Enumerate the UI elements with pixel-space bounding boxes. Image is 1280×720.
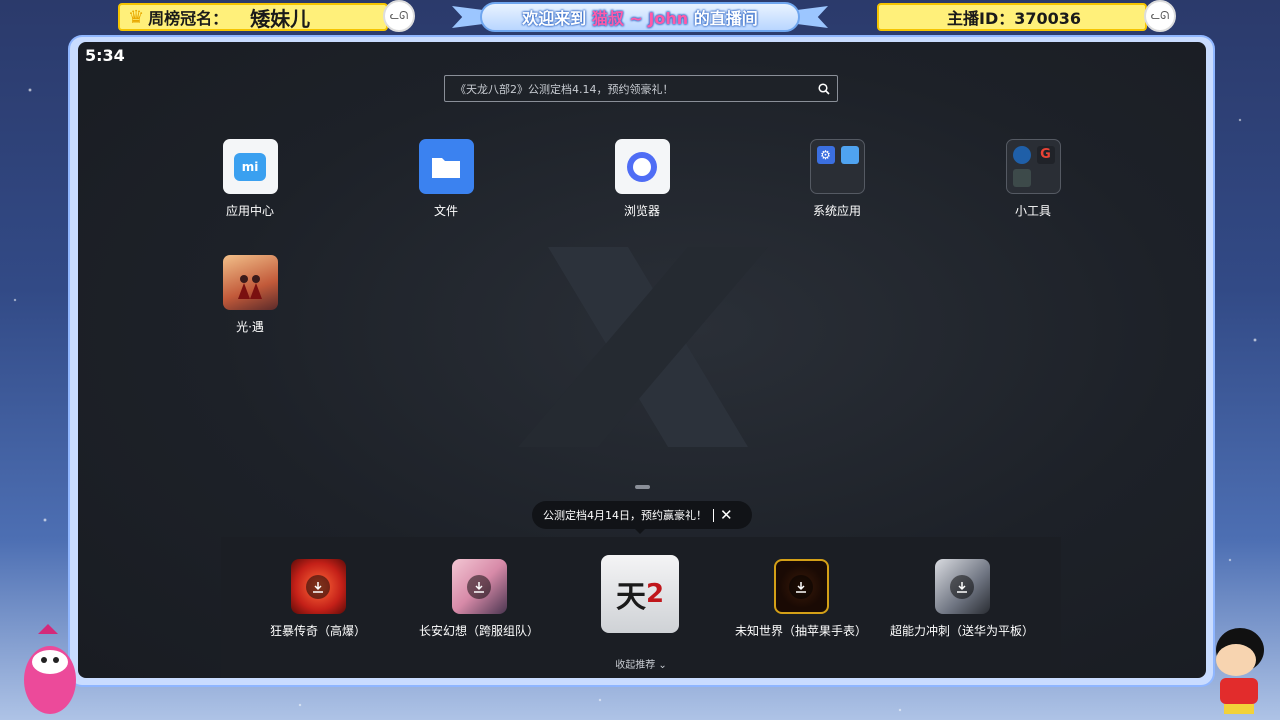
game-label: 超能力冲刺（送华为平板） (889, 624, 1034, 638)
folder-system-apps-icon: ⚙ (809, 139, 865, 194)
download-icon (789, 574, 813, 599)
host-id-banner: 主播ID：370036 (877, 3, 1147, 31)
search-bar[interactable]: 《天龙八部2》公测定档4.14，预约领豪礼！ (444, 75, 838, 102)
folder-tools-icon: G (1005, 139, 1061, 194)
streamer-name: 猫叔 ~ John (591, 9, 689, 28)
wallpaper-x-logo (518, 247, 768, 447)
dock-game-item[interactable]: 未知世界（抽苹果手表） (721, 559, 881, 639)
mi-store-icon: mi (222, 139, 278, 194)
download-icon (950, 574, 974, 599)
kuangbao-chuanqi-icon (290, 559, 346, 614)
app-label: 系统应用 (812, 204, 861, 218)
recommend-dock: 狂暴传奇（高爆） 长安幻想（跨服组队） 天2 未知世界（抽苹果手表） 超能力冲刺… (221, 537, 1061, 678)
crown-icon: ♛ (128, 6, 145, 28)
weizhi-shijie-icon (773, 559, 829, 614)
gallery-icon (840, 146, 859, 164)
changan-huanxiang-icon (451, 559, 507, 614)
status-time: 5:34 (85, 46, 125, 65)
collapse-recommend-button[interactable]: 收起推荐 ⌄ (221, 656, 1061, 671)
settings-icon: ⚙ (816, 146, 835, 164)
dock-game-item[interactable]: 狂暴传奇（高爆） (238, 559, 398, 639)
drawer-handle[interactable] (635, 485, 650, 489)
search-input[interactable]: 《天龙八部2》公测定档4.14，预约领豪礼！ (445, 81, 811, 97)
cat-mascot-icon: ᓚᘏ (1144, 0, 1176, 32)
app-label: 应用中心 (225, 204, 274, 218)
cartoon-boy-mascot-icon (1216, 628, 1264, 714)
tablet-home-screen: 5:34 《天龙八部2》公测定档4.14，预约领豪礼！ mi 应用中心 文件 浏… (78, 42, 1206, 678)
game-label: 狂暴传奇（高爆） (269, 624, 366, 638)
app-label: 小工具 (1014, 204, 1051, 218)
welcome-banner: 欢迎来到 猫叔 ~ John 的直播间 (480, 2, 800, 32)
sky-game-icon (222, 255, 278, 310)
app-folder-tools[interactable]: G 小工具 (983, 139, 1083, 219)
app-sky[interactable]: 光·遇 (200, 255, 300, 335)
tooltip-text: 公测定档4月14日，预约赢豪礼！ (543, 509, 707, 522)
promo-tooltip: 公测定档4月14日，预约赢豪礼！ ✕ (532, 501, 752, 534)
app-mi-store[interactable]: mi 应用中心 (200, 139, 300, 219)
collapse-label: 收起推荐 (615, 660, 656, 671)
crown-label: 周榜冠名： (148, 9, 229, 28)
tool-icon (1012, 146, 1031, 164)
download-icon (467, 574, 491, 599)
tooltip-divider (713, 508, 714, 522)
folder-icon (418, 139, 474, 194)
qr-icon (1012, 169, 1031, 187)
app-label: 光·遇 (236, 320, 264, 334)
browser-icon (614, 139, 670, 194)
chaonengli-chongci-icon (934, 559, 990, 614)
app-files[interactable]: 文件 (396, 139, 496, 219)
chevron-down-icon: ⌄ (658, 660, 667, 671)
host-id: 主播ID：370036 (947, 9, 1082, 28)
game-label: 长安幻想（跨服组队） (418, 624, 539, 638)
welcome-suffix: 的直播间 (693, 9, 758, 28)
app-label: 文件 (433, 204, 458, 218)
crown-name: 矮妹儿 (250, 6, 311, 31)
app-browser[interactable]: 浏览器 (592, 139, 692, 219)
pink-dinosaur-mascot-icon (24, 624, 76, 714)
tianlong-babu-2-icon: 天2 (601, 555, 679, 633)
game-label: 未知世界（抽苹果手表） (734, 624, 867, 638)
app-folder-system[interactable]: ⚙ 系统应用 (787, 139, 887, 219)
dock-game-featured[interactable]: 天2 (560, 555, 720, 633)
weekly-crown-banner: ♛ 周榜冠名： 矮妹儿 (118, 3, 388, 31)
app-label: 浏览器 (623, 204, 660, 218)
dock-game-item[interactable]: 超能力冲刺（送华为平板） (882, 559, 1042, 639)
search-icon[interactable] (811, 82, 837, 95)
dock-game-item[interactable]: 长安幻想（跨服组队） (399, 559, 559, 639)
welcome-prefix: 欢迎来到 (522, 9, 587, 28)
google-icon: G (1036, 146, 1055, 164)
close-icon[interactable]: ✕ (720, 506, 733, 524)
cat-mascot-icon: ᓚᘏ (383, 0, 415, 32)
download-icon (306, 574, 330, 599)
